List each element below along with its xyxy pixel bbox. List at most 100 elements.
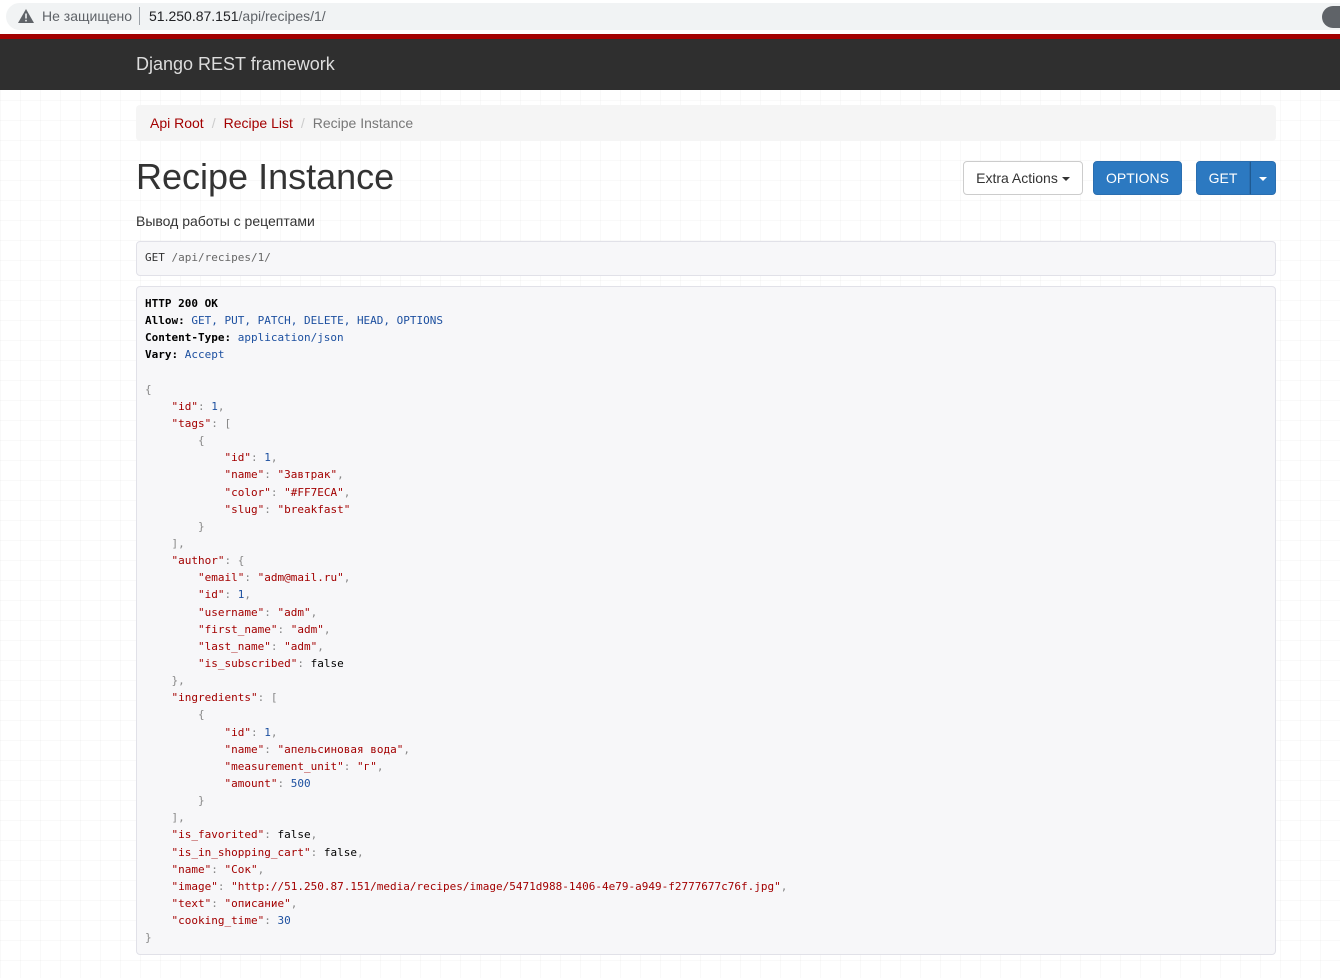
json-punct: , [343, 571, 351, 585]
extra-actions-label: Extra Actions [976, 170, 1058, 186]
json-key: "id" [171, 399, 199, 413]
json-line: "first_name": "adm", [145, 621, 1267, 638]
json-line: ], [145, 809, 1267, 826]
json-key: "tags" [171, 416, 212, 430]
json-line: "text": "описание", [145, 895, 1267, 912]
caret-down-icon [1061, 177, 1070, 182]
json-punct: : [297, 656, 311, 670]
url-text[interactable]: 51.250.87.151/api/recipes/1/ [149, 8, 326, 24]
json-key: "author" [171, 554, 225, 568]
json-key: "ingredients" [171, 691, 258, 705]
json-punct: { [197, 434, 205, 448]
extra-actions-button[interactable]: Extra Actions [963, 161, 1083, 195]
json-punct: : [264, 502, 278, 516]
json-punct [145, 674, 172, 687]
json-line: "id": 1, [145, 398, 1267, 415]
json-line: "slug": "breakfast" [145, 501, 1267, 518]
get-format-dropdown[interactable] [1250, 161, 1276, 195]
json-punct [145, 503, 224, 516]
options-button[interactable]: OPTIONS [1093, 161, 1182, 195]
json-punct [145, 468, 224, 481]
page-title: Recipe Instance [136, 156, 395, 197]
json-punct: , [323, 622, 331, 636]
json-string: "апельсиновая вода" [277, 742, 404, 756]
json-punct: } [145, 931, 152, 945]
caret-down-icon [1259, 177, 1267, 182]
json-punct: : [270, 485, 285, 499]
json-line: "email": "adm@mail.ru", [145, 569, 1267, 586]
json-key: "username" [197, 605, 265, 619]
json-line: { [145, 706, 1267, 723]
json-punct: , [317, 639, 324, 653]
breadcrumb-api-root[interactable]: Api Root [150, 115, 204, 131]
json-punct: : [264, 914, 278, 928]
json-punct [145, 417, 172, 430]
brand-link[interactable]: Django REST framework [136, 54, 335, 75]
json-punct [145, 743, 224, 756]
json-punct [145, 537, 172, 550]
request-method: GET [145, 251, 165, 264]
security-status[interactable]: Не защищено [42, 8, 132, 24]
json-punct [145, 777, 224, 790]
json-punct: , [343, 485, 351, 499]
json-number: 1 [264, 451, 271, 465]
request-path: /api/recipes/1/ [171, 251, 271, 264]
json-key: "image" [171, 879, 218, 893]
json-punct: , [310, 828, 318, 842]
json-line: "id": 1, [145, 449, 1267, 466]
response-header: Allow: GET, PUT, PATCH, DELETE, HEAD, OP… [145, 314, 444, 328]
json-punct [145, 520, 198, 533]
json-key: "text" [171, 896, 212, 910]
json-punct: : [211, 862, 225, 876]
json-punct: : [277, 622, 291, 636]
json-line: }, [145, 672, 1267, 689]
json-punct: : [ [257, 691, 278, 705]
json-line: "cooking_time": 30 [145, 912, 1267, 929]
json-line: "is_in_shopping_cart": false, [145, 844, 1267, 861]
json-punct [145, 897, 172, 910]
json-punct: : [270, 639, 285, 653]
json-line: "author": { [145, 552, 1267, 569]
json-line: "color": "#FF7ECA", [145, 484, 1267, 501]
get-button[interactable]: GET [1196, 161, 1250, 195]
json-line: { [145, 432, 1267, 449]
json-key: "color" [224, 485, 271, 499]
json-punct: : [264, 742, 278, 756]
json-punct [145, 846, 172, 859]
json-string: "adm@mail.ru" [257, 571, 344, 585]
json-punct [145, 914, 172, 927]
json-punct [145, 657, 198, 670]
json-line: "username": "adm", [145, 604, 1267, 621]
json-line: } [145, 792, 1267, 809]
json-punct: : [224, 588, 238, 602]
json-line: "measurement_unit": "г", [145, 758, 1267, 775]
json-punct: , [244, 588, 251, 602]
json-string: "breakfast" [277, 502, 351, 516]
json-punct: : [217, 879, 232, 893]
json-line: } [145, 518, 1267, 535]
json-punct [145, 811, 172, 824]
extension-icon[interactable] [1322, 6, 1340, 28]
json-line: "is_subscribed": false [145, 655, 1267, 672]
json-punct: } [197, 794, 205, 808]
breadcrumb-recipe-list[interactable]: Recipe List [224, 115, 293, 131]
json-punct: , [403, 742, 410, 756]
json-punct: : [211, 896, 225, 910]
breadcrumb: Api Root / Recipe List / Recipe Instance [136, 105, 1276, 141]
json-punct: : [343, 759, 357, 773]
json-punct: : [264, 468, 278, 482]
json-punct: { [145, 382, 152, 396]
json-punct: , [376, 759, 384, 773]
json-line: { [145, 381, 1267, 398]
json-literal: false [277, 828, 311, 842]
json-punct [145, 708, 198, 721]
json-key: "first_name" [197, 622, 278, 636]
navbar: Django REST framework [0, 34, 1340, 90]
json-punct: : [310, 845, 324, 859]
request-info: GET /api/recipes/1/ [136, 241, 1276, 276]
json-punct [145, 486, 224, 499]
json-punct [145, 794, 198, 807]
json-punct [145, 828, 172, 841]
warning-icon[interactable] [18, 9, 34, 23]
